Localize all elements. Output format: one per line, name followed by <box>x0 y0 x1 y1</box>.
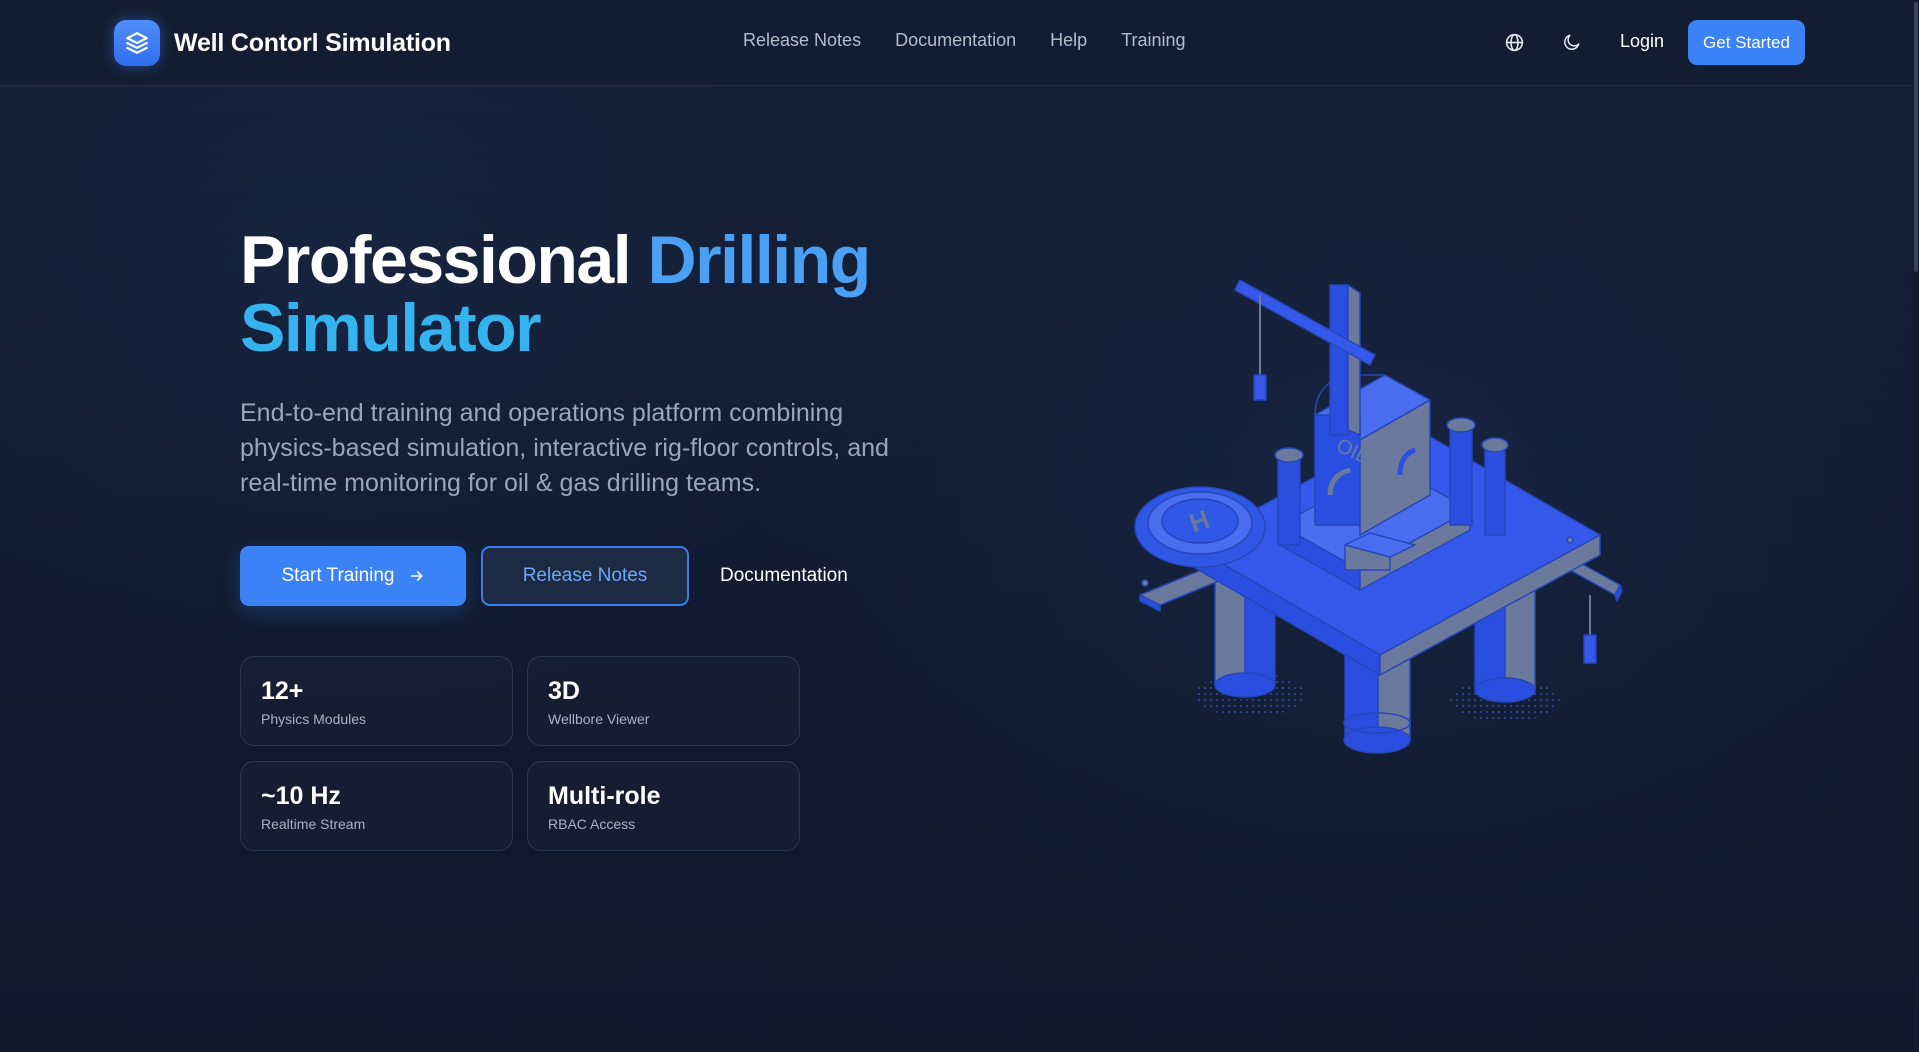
stat-label: Physics Modules <box>261 711 367 727</box>
hero-title-accent-2: Simulator <box>240 290 542 366</box>
moon-icon[interactable] <box>1560 30 1584 54</box>
brand[interactable]: Well Contorl Simulation <box>114 20 451 66</box>
hero-title-white: Professional <box>240 222 632 298</box>
main-nav: Release Notes Documentation Help Trainin… <box>743 30 1220 51</box>
start-training-label: Start Training <box>281 565 395 586</box>
nav-documentation[interactable]: Documentation <box>895 30 1016 51</box>
nav-training[interactable]: Training <box>1121 30 1185 51</box>
scrollbar-thumb[interactable] <box>1914 2 1918 272</box>
get-started-button[interactable]: Get Started <box>1688 20 1805 65</box>
documentation-button[interactable]: Documentation <box>720 546 848 606</box>
hero-description: End-to-end training and operations platf… <box>240 399 889 497</box>
layers-logo-icon <box>114 20 160 66</box>
stat-card: 3D Wellbore Viewer <box>527 656 800 746</box>
top-navbar: Well Contorl Simulation Release Notes Do… <box>0 0 1919 86</box>
nav-help[interactable]: Help <box>1050 30 1087 51</box>
stat-value: 12+ <box>261 677 304 705</box>
globe-icon[interactable] <box>1502 30 1526 54</box>
stat-label: Realtime Stream <box>261 816 366 832</box>
stat-value: Multi-role <box>548 782 661 810</box>
hero-title-accent-1: Drilling <box>647 222 872 298</box>
hero-title: Professional Drilling Simulator <box>240 226 940 362</box>
brand-title: Well Contorl Simulation <box>174 28 451 57</box>
stat-value: ~10 Hz <box>261 782 341 810</box>
login-link[interactable]: Login <box>1620 31 1664 52</box>
stat-label: RBAC Access <box>548 816 636 832</box>
arrow-right-icon <box>409 568 425 584</box>
release-notes-button[interactable]: Release Notes <box>481 546 689 606</box>
offshore-oil-rig-illustration: H OIL <box>1134 279 1623 754</box>
stat-value: 3D <box>548 677 580 705</box>
stat-card: 12+ Physics Modules <box>240 656 513 746</box>
landing-page: Well Contorl Simulation Release Notes Do… <box>0 0 1919 1052</box>
stat-label: Wellbore Viewer <box>548 711 650 727</box>
stat-card: ~10 Hz Realtime Stream <box>240 761 513 851</box>
start-training-button[interactable]: Start Training <box>240 546 466 606</box>
nav-release-notes[interactable]: Release Notes <box>743 30 861 51</box>
stat-card: Multi-role RBAC Access <box>527 761 800 851</box>
